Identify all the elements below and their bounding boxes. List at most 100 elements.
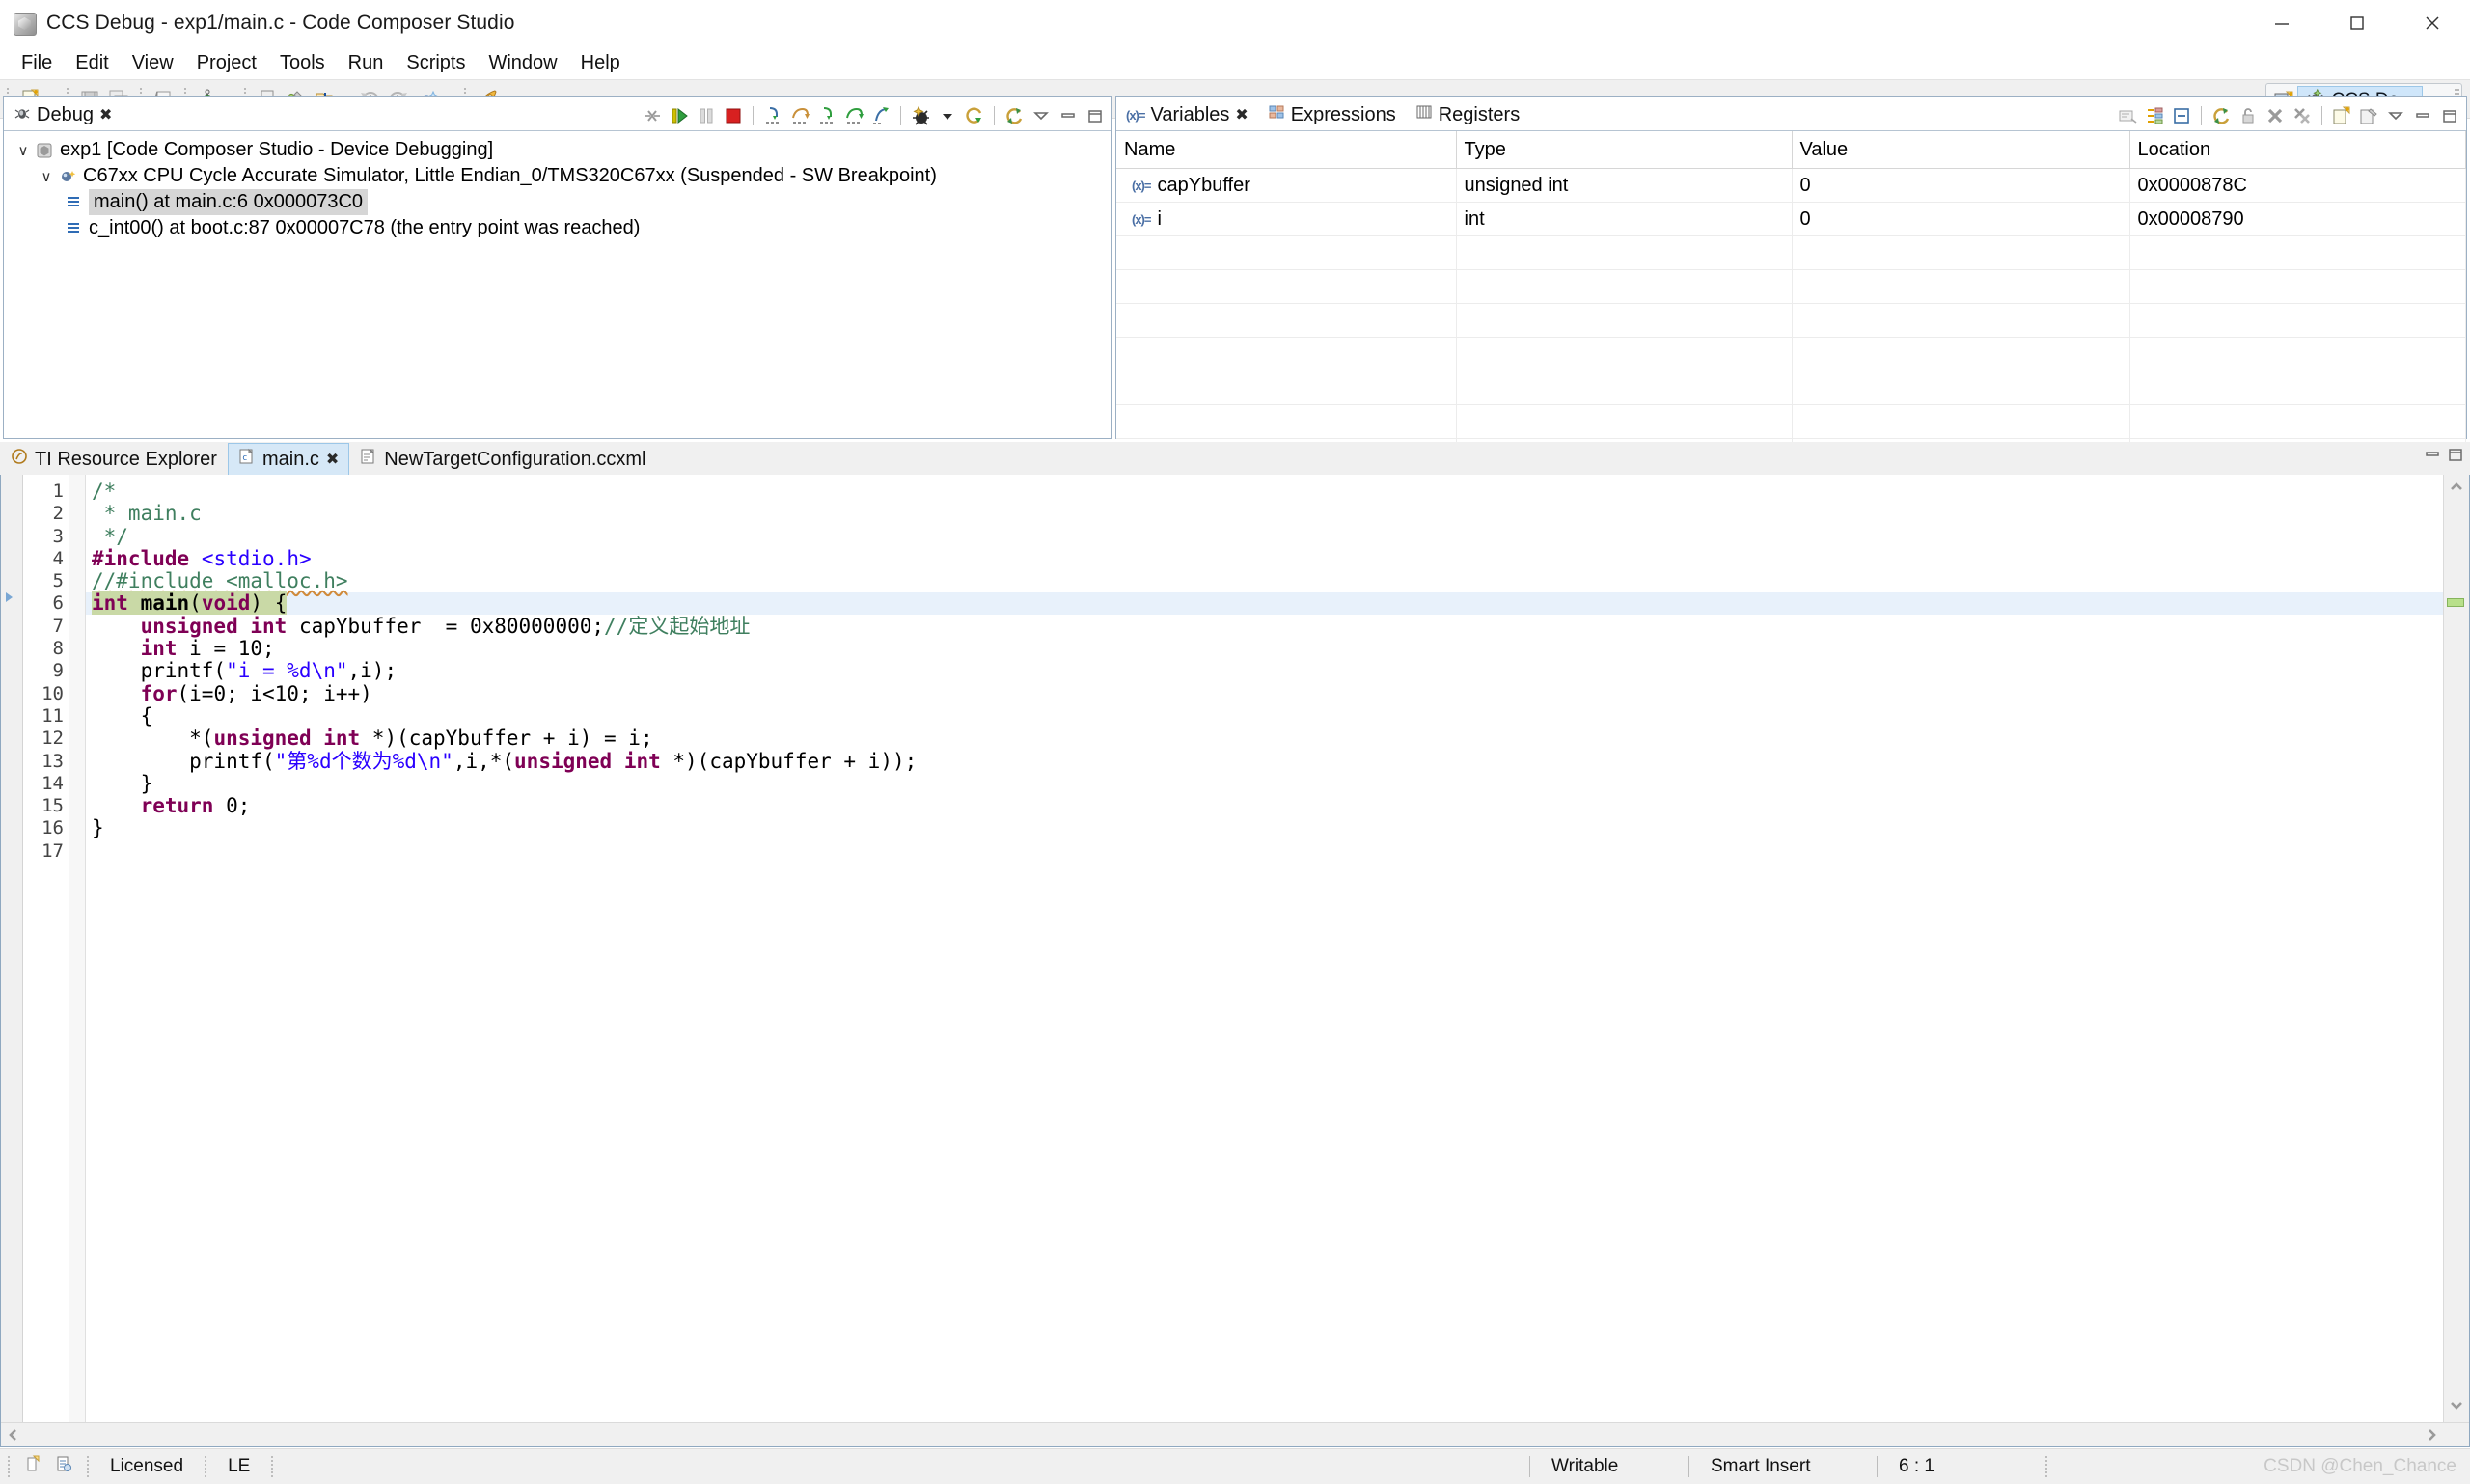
maximize-view-icon[interactable] (1083, 103, 1108, 128)
tab-debug-close-icon[interactable]: ✖ (99, 105, 112, 124)
step-return-icon[interactable] (814, 103, 839, 128)
code-line[interactable]: unsigned int capYbuffer = 0x80000000;//定… (92, 616, 2469, 638)
code-line[interactable]: } (92, 817, 2469, 839)
column-header-name[interactable]: Name (1116, 131, 1456, 169)
code-line[interactable]: #include <stdio.h> (92, 548, 2469, 570)
maximize-editor-icon[interactable] (2447, 446, 2464, 469)
tab-main-c-close-icon[interactable]: ✖ (326, 450, 339, 469)
resume-icon[interactable] (667, 103, 692, 128)
tree-row-frame-cint00[interactable]: c_int00() at boot.c:87 0x00007C78 (the e… (4, 215, 1112, 241)
tab-ti-resource-explorer[interactable]: TI Resource Explorer (0, 443, 228, 475)
remove-icon[interactable] (2263, 103, 2288, 128)
maximize-view-icon[interactable] (2437, 103, 2462, 128)
tree-row-launch[interactable]: ∨ exp1 [Code Composer Studio - Device De… (4, 137, 1112, 163)
code-line[interactable]: return 0; (92, 795, 2469, 817)
tab-variables-close-icon[interactable]: ✖ (1235, 105, 1248, 124)
menu-tools[interactable]: Tools (268, 49, 337, 77)
menu-window[interactable]: Window (477, 49, 568, 77)
scroll-left-icon[interactable] (1, 1423, 26, 1446)
show-type-names-icon[interactable] (2115, 103, 2140, 128)
maximize-button[interactable] (2319, 0, 2395, 46)
code-text[interactable]: /* * main.c */#include <stdio.h>//#inclu… (86, 475, 2469, 1446)
scroll-down-icon[interactable] (2444, 1392, 2469, 1417)
breakpoint-overview-marker[interactable] (2447, 598, 2464, 607)
menu-help[interactable]: Help (569, 49, 632, 77)
code-line[interactable] (92, 840, 2469, 863)
window-title: CCS Debug - exp1/main.c - Code Composer … (46, 12, 515, 35)
tree-row-frame-main[interactable]: main() at main.c:6 0x000073C0 (4, 189, 1112, 215)
tab-main-c[interactable]: c main.c ✖ (228, 443, 349, 475)
expand-twisty-icon[interactable]: ∨ (37, 168, 56, 185)
tab-registers[interactable]: Registers (1406, 99, 1529, 130)
cast-to-type-icon[interactable] (2356, 103, 2381, 128)
new-watch-icon[interactable] (2329, 103, 2354, 128)
code-line[interactable]: printf("i = %d\n",i); (92, 660, 2469, 682)
tree-row-thread[interactable]: ∨ C67xx CPU Cycle Accurate Simulator, Li… (4, 163, 1112, 189)
menu-edit[interactable]: Edit (64, 49, 120, 77)
variables-view: (x)= Variables ✖ Expressions Registers (1115, 96, 2467, 439)
marker-gutter[interactable] (1, 475, 23, 1446)
run-to-line-icon[interactable] (868, 103, 893, 128)
remove-all-icon[interactable] (2290, 103, 2315, 128)
tab-newtargetconfiguration[interactable]: NewTargetConfiguration.ccxml (349, 443, 656, 475)
show-logical-structure-icon[interactable] (2142, 103, 2167, 128)
code-editor[interactable]: 1234567891011121314151617 /* * main.c */… (0, 475, 2470, 1447)
code-line[interactable]: printf("第%d个数为%d\n",i,*(unsigned int *)(… (92, 751, 2469, 773)
tab-expressions[interactable]: Expressions (1258, 99, 1406, 130)
step-into-icon[interactable] (760, 103, 785, 128)
minimize-editor-icon[interactable] (2424, 446, 2441, 469)
writable-indicator-icon (23, 1454, 42, 1479)
menu-view[interactable]: View (121, 49, 185, 77)
menu-project[interactable]: Project (185, 49, 268, 77)
restart-icon[interactable] (962, 103, 987, 128)
editor-vertical-scrollbar[interactable] (2443, 475, 2469, 1446)
code-line[interactable]: * main.c (92, 503, 2469, 525)
table-row[interactable]: (x)=capYbuffer unsigned int 0 0x0000878C (1116, 169, 2466, 203)
tab-debug[interactable]: Debug ✖ (4, 99, 122, 130)
column-header-location[interactable]: Location (2129, 131, 2466, 169)
menu-file[interactable]: File (10, 49, 64, 77)
close-button[interactable] (2395, 0, 2470, 46)
table-row[interactable]: (x)=i int 0 0x00008790 (1116, 203, 2466, 236)
code-line[interactable]: for(i=0; i<10; i++) (92, 683, 2469, 705)
code-line[interactable]: /* (92, 481, 2469, 503)
tab-variables[interactable]: (x)= Variables ✖ (1116, 99, 1258, 130)
refresh-icon[interactable] (1002, 103, 1027, 128)
connect-target-icon[interactable] (908, 103, 933, 128)
code-line[interactable]: } (92, 773, 2469, 795)
debug-view-tabbar: Debug ✖ (4, 97, 1112, 131)
ccxml-file-icon (360, 448, 377, 471)
terminate-icon[interactable] (721, 103, 746, 128)
connect-dropdown-arrow-icon[interactable] (935, 103, 960, 128)
view-menu-icon[interactable] (1029, 103, 1054, 128)
column-header-value[interactable]: Value (1792, 131, 2129, 169)
scroll-up-icon[interactable] (2444, 475, 2469, 500)
folding-gutter[interactable] (69, 475, 86, 1446)
expand-twisty-icon[interactable]: ∨ (14, 142, 33, 159)
step-over-assembly-icon[interactable] (841, 103, 866, 128)
code-line[interactable]: *(unsigned int *)(capYbuffer + i) = i; (92, 728, 2469, 750)
column-header-type[interactable]: Type (1456, 131, 1792, 169)
editor-horizontal-scrollbar[interactable] (1, 1422, 2469, 1446)
variable-value[interactable]: 0 (1792, 169, 2129, 203)
view-menu-icon[interactable] (2383, 103, 2408, 128)
menu-scripts[interactable]: Scripts (395, 49, 477, 77)
minimize-button[interactable] (2244, 0, 2319, 46)
refresh-variables-icon[interactable] (2209, 103, 2234, 128)
variable-value[interactable]: 0 (1792, 203, 2129, 236)
code-line[interactable]: { (92, 705, 2469, 728)
disconnect-icon[interactable] (640, 103, 665, 128)
step-over-icon[interactable] (787, 103, 812, 128)
menu-run[interactable]: Run (337, 49, 396, 77)
code-line[interactable]: int i = 10; (92, 638, 2469, 660)
suspend-icon[interactable] (694, 103, 719, 128)
code-line[interactable]: //#include <malloc.h> (92, 570, 2469, 592)
code-line[interactable]: int main(void) { (92, 592, 2469, 615)
scroll-right-icon[interactable] (2419, 1423, 2444, 1446)
collapse-all-icon[interactable] (2169, 103, 2194, 128)
minimize-view-icon[interactable] (1056, 103, 1081, 128)
lock-icon[interactable] (2236, 103, 2261, 128)
table-row-empty (1116, 405, 2466, 439)
minimize-view-icon[interactable] (2410, 103, 2435, 128)
code-line[interactable]: */ (92, 526, 2469, 548)
